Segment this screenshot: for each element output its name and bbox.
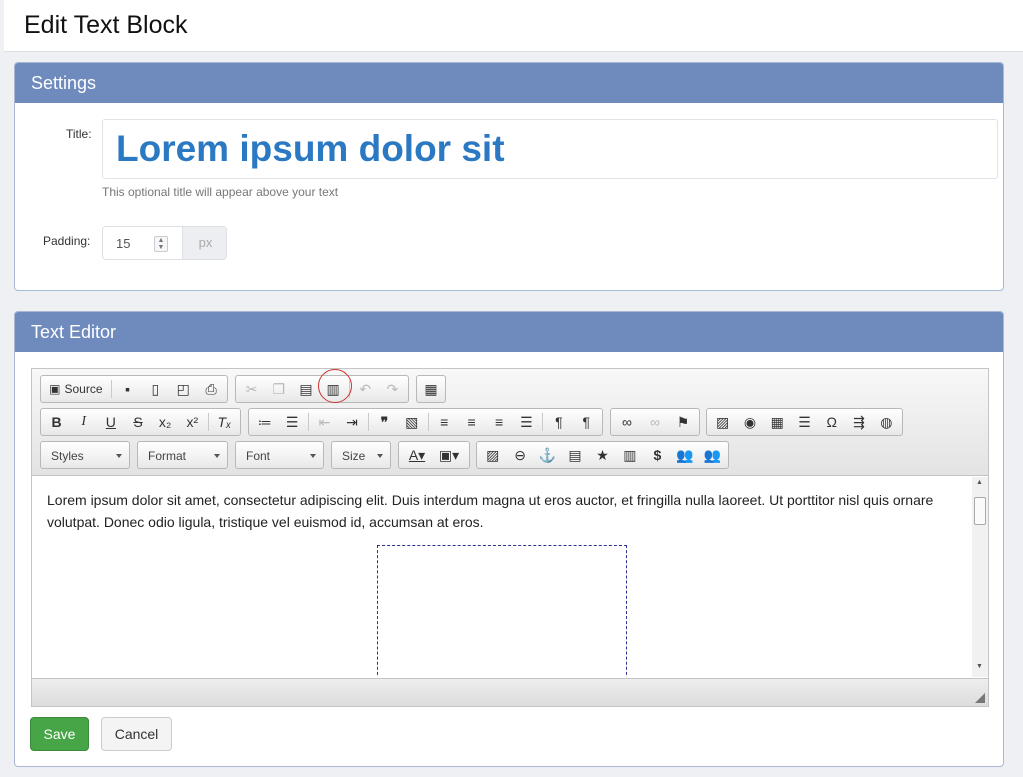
page-title: Edit Text Block bbox=[24, 11, 188, 39]
indent-icon[interactable]: ⇥ bbox=[338, 410, 365, 434]
chevron-down-icon bbox=[310, 454, 316, 458]
users-icon[interactable]: 👥 bbox=[671, 443, 698, 467]
rich-text-editor: ▣ Source ▪ ▯ ◰ ⎙ ✂ ❐ ▤ ▥ ↶ ↷ ▦ B I U S x… bbox=[31, 368, 989, 707]
text-editor-panel: Text Editor ▣Source ▪ ▯ ◰ ⎙ ✂ ❐ ▤ ▥ ↶ ↷ bbox=[14, 311, 1004, 767]
paragraph-group: ≔ ☰ ⇤ ⇥ ❞ ▧ ≡ ≡ ≡ ☰ ¶ ¶ bbox=[248, 408, 603, 436]
rtl-icon[interactable]: ¶ bbox=[573, 410, 600, 434]
background-color-icon[interactable]: ▣▾ bbox=[433, 443, 465, 467]
subscript-icon[interactable]: x₂ bbox=[152, 410, 179, 434]
new-page-icon[interactable]: ▯ bbox=[141, 377, 169, 401]
cancel-button[interactable]: Cancel bbox=[101, 717, 172, 751]
form-icon[interactable]: ▤ bbox=[561, 443, 588, 467]
padding-label: Padding: bbox=[43, 234, 91, 248]
basic-styles-group: B I U S x₂ x² Tₓ bbox=[40, 408, 241, 436]
scroll-thumb[interactable] bbox=[974, 497, 986, 525]
source-button[interactable]: ▣ Source bbox=[43, 377, 109, 401]
dollar-icon[interactable]: $ bbox=[644, 443, 671, 467]
font-dropdown[interactable]: Font bbox=[235, 441, 324, 469]
editor-status-bar bbox=[32, 678, 988, 706]
italic-icon[interactable]: I bbox=[70, 410, 97, 434]
insert-group: ▨ ◉ ▦ ☰ Ω ⇶ ◍ bbox=[706, 408, 903, 436]
undo-icon[interactable]: ↶ bbox=[352, 377, 379, 401]
chevron-down-icon bbox=[377, 454, 383, 458]
chevron-down-icon bbox=[116, 454, 122, 458]
styles-dropdown[interactable]: Styles bbox=[40, 441, 130, 469]
link-icon[interactable]: ∞ bbox=[613, 410, 641, 434]
padding-unit: px bbox=[182, 227, 226, 259]
page-header: Edit Text Block bbox=[4, 0, 1023, 52]
editor-scrollbar[interactable]: ▲ ▼ bbox=[972, 477, 988, 677]
anchor-icon[interactable]: ⚓ bbox=[534, 443, 561, 467]
print-icon[interactable]: ⎙ bbox=[197, 377, 225, 401]
template-group: ▦ bbox=[416, 375, 446, 403]
special-char-icon[interactable]: Ω bbox=[818, 410, 845, 434]
image-icon[interactable]: ▨ bbox=[709, 410, 736, 434]
align-right-icon[interactable]: ≡ bbox=[485, 410, 512, 434]
unlink-icon[interactable]: ∞ bbox=[641, 410, 669, 434]
blockquote-icon[interactable]: ❞ bbox=[371, 410, 398, 434]
table-icon[interactable]: ▦ bbox=[764, 410, 791, 434]
bulleted-list-icon[interactable]: ☰ bbox=[278, 410, 305, 434]
chevron-down-icon bbox=[214, 454, 220, 458]
title-help-text: This optional title will appear above yo… bbox=[102, 185, 339, 199]
preview-icon[interactable]: ◰ bbox=[169, 377, 197, 401]
outdent-icon[interactable]: ⇤ bbox=[311, 410, 338, 434]
text-color-icon[interactable]: A▾ bbox=[401, 443, 433, 467]
bold-icon[interactable]: B bbox=[43, 410, 70, 434]
settings-panel: Settings Title: Lorem ipsum dolor sit Th… bbox=[14, 62, 1004, 291]
settings-heading: Settings bbox=[15, 63, 1003, 103]
links-group: ∞ ∞ ⚑ bbox=[610, 408, 700, 436]
copy-icon[interactable]: ❐ bbox=[265, 377, 292, 401]
cut-icon[interactable]: ✂ bbox=[238, 377, 265, 401]
align-center-icon[interactable]: ≡ bbox=[458, 410, 485, 434]
title-label: Title: bbox=[66, 127, 92, 141]
format-dropdown[interactable]: Format bbox=[137, 441, 228, 469]
users-highlight-icon[interactable]: 👥 bbox=[699, 443, 726, 467]
title-input[interactable]: Lorem ipsum dolor sit bbox=[102, 119, 998, 179]
div-container-icon[interactable]: ▧ bbox=[398, 410, 425, 434]
strike-icon[interactable]: S bbox=[124, 410, 151, 434]
padding-input[interactable]: 15 bbox=[116, 236, 130, 251]
highlight-circle bbox=[318, 369, 352, 403]
source-icon: ▣ bbox=[49, 382, 61, 396]
padding-spinner[interactable]: ▲ ▼ bbox=[154, 236, 168, 252]
image-map-icon[interactable]: ▨ bbox=[479, 443, 506, 467]
flash-icon[interactable]: ◉ bbox=[736, 410, 763, 434]
zoom-icon[interactable]: ⊖ bbox=[506, 443, 533, 467]
document-group: ▣ Source ▪ ▯ ◰ ⎙ bbox=[40, 375, 228, 403]
redo-icon[interactable]: ↷ bbox=[379, 377, 406, 401]
padding-input-group: 15 ▲ ▼ px bbox=[102, 226, 227, 260]
content-paragraph: Lorem ipsum dolor sit amet, consectetur … bbox=[47, 492, 934, 530]
underline-icon[interactable]: U bbox=[97, 410, 124, 434]
superscript-icon[interactable]: x² bbox=[179, 410, 206, 434]
anchor-flag-icon[interactable]: ⚑ bbox=[669, 410, 697, 434]
colors-group: A▾ ▣▾ bbox=[398, 441, 470, 469]
snippet-icon[interactable]: ▥ bbox=[616, 443, 643, 467]
numbered-list-icon[interactable]: ≔ bbox=[251, 410, 278, 434]
resize-handle-icon[interactable] bbox=[975, 693, 985, 703]
editor-toolbar: ▣ Source ▪ ▯ ◰ ⎙ ✂ ❐ ▤ ▥ ↶ ↷ ▦ B I U S x… bbox=[32, 369, 988, 476]
scroll-down-icon[interactable]: ▼ bbox=[976, 663, 983, 670]
embedded-frame-placeholder[interactable] bbox=[377, 545, 627, 677]
paste-icon[interactable]: ▤ bbox=[292, 377, 319, 401]
templates-icon[interactable]: ▦ bbox=[419, 377, 443, 401]
iframe-icon[interactable]: ◍ bbox=[873, 410, 900, 434]
ltr-icon[interactable]: ¶ bbox=[545, 410, 572, 434]
size-dropdown[interactable]: Size bbox=[331, 441, 391, 469]
editor-content[interactable]: Lorem ipsum dolor sit amet, consectetur … bbox=[32, 477, 972, 677]
star-icon[interactable]: ★ bbox=[589, 443, 616, 467]
scroll-up-icon[interactable]: ▲ bbox=[976, 479, 983, 486]
save-button[interactable]: Save bbox=[30, 717, 89, 751]
save-doc-icon[interactable]: ▪ bbox=[114, 377, 142, 401]
text-editor-heading: Text Editor bbox=[15, 312, 1003, 352]
justify-icon[interactable]: ☰ bbox=[513, 410, 540, 434]
horizontal-line-icon[interactable]: ☰ bbox=[791, 410, 818, 434]
page-break-icon[interactable]: ⇶ bbox=[845, 410, 872, 434]
remove-format-icon[interactable]: Tₓ bbox=[211, 410, 238, 434]
extras-group: ▨ ⊖ ⚓ ▤ ★ ▥ $ 👥 👥 bbox=[476, 441, 729, 469]
align-left-icon[interactable]: ≡ bbox=[430, 410, 457, 434]
